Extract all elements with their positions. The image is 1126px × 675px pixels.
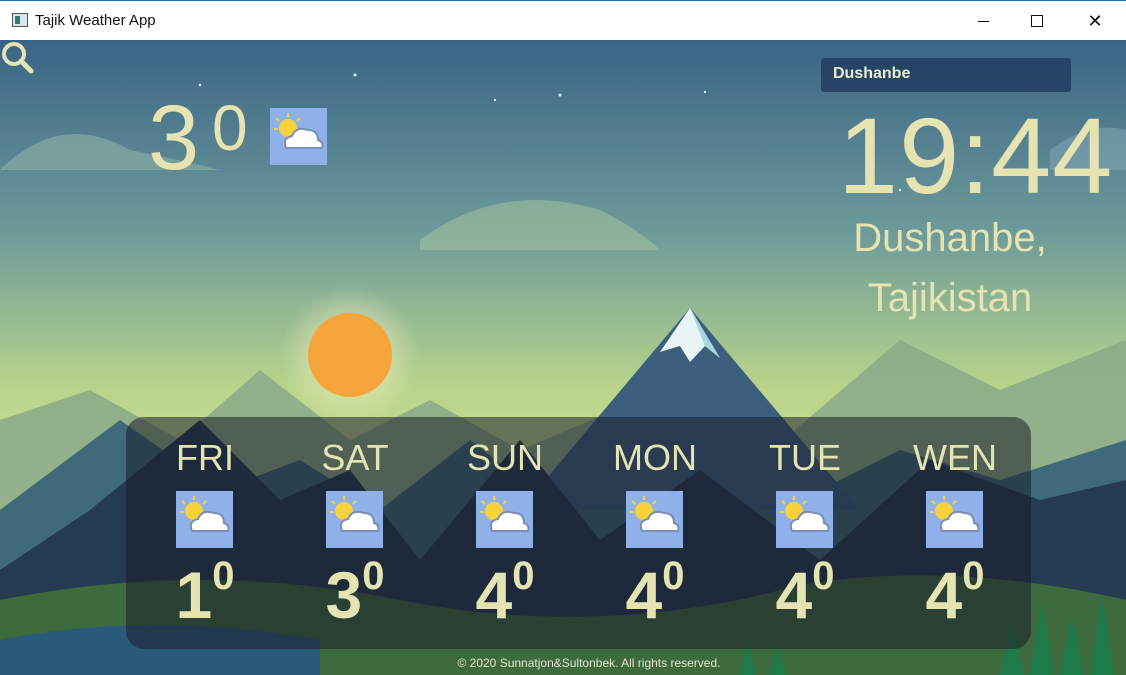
forecast-temperature: 10 <box>175 554 235 632</box>
minimize-button[interactable] <box>954 1 1012 41</box>
copyright-footer: © 2020 Sunnatjon&Sultonbek. All rights r… <box>457 656 721 670</box>
partly-cloudy-icon <box>926 491 983 548</box>
forecast-day-name: SAT <box>321 437 389 478</box>
forecast-panel: FRI 10 SAT 30 SUN 40 MON 40 TUE 40 WEN 4… <box>126 417 1031 649</box>
location-country: Tajikistan <box>867 276 1033 320</box>
forecast-temperature: 40 <box>925 554 985 632</box>
maximize-icon <box>1031 15 1043 27</box>
forecast-day-name: FRI <box>176 437 234 478</box>
location-city: Dushanbe, <box>853 216 1047 260</box>
location-label: Dushanbe, Tajikistan <box>830 208 1070 328</box>
forecast-day-name: SUN <box>466 437 543 478</box>
partly-cloudy-icon <box>776 491 833 548</box>
forecast-temperature: 40 <box>775 554 835 632</box>
forecast-day-name: WEN <box>913 437 997 478</box>
clock-time: 19:44 <box>838 95 1114 216</box>
partly-cloudy-icon <box>270 108 327 165</box>
search-input[interactable]: Dushanbe <box>821 58 1071 92</box>
partly-cloudy-icon <box>476 491 533 548</box>
close-button[interactable]: ✕ <box>1066 1 1124 41</box>
title-bar: Tajik Weather App ✕ <box>0 0 1126 40</box>
current-degree-symbol: 0 <box>212 92 248 164</box>
forecast-temperature: 40 <box>475 554 535 632</box>
forecast-temperature: 40 <box>625 554 685 632</box>
weather-scene: Dushanbe 3 0 19:44 Dushanbe, Tajikistan … <box>0 40 1126 675</box>
current-temperature: 3 <box>148 87 200 189</box>
app-icon <box>12 13 28 27</box>
partly-cloudy-icon <box>176 491 233 548</box>
maximize-button[interactable] <box>1008 1 1066 41</box>
window-title: Tajik Weather App <box>35 12 156 29</box>
minimize-icon <box>977 20 989 22</box>
forecast-temperature: 30 <box>325 554 385 632</box>
search-icon[interactable] <box>0 40 34 74</box>
close-icon: ✕ <box>1087 10 1103 31</box>
partly-cloudy-icon <box>326 491 383 548</box>
forecast-day-name: MON <box>613 437 697 478</box>
partly-cloudy-icon <box>626 491 683 548</box>
forecast-day-name: TUE <box>769 437 841 478</box>
